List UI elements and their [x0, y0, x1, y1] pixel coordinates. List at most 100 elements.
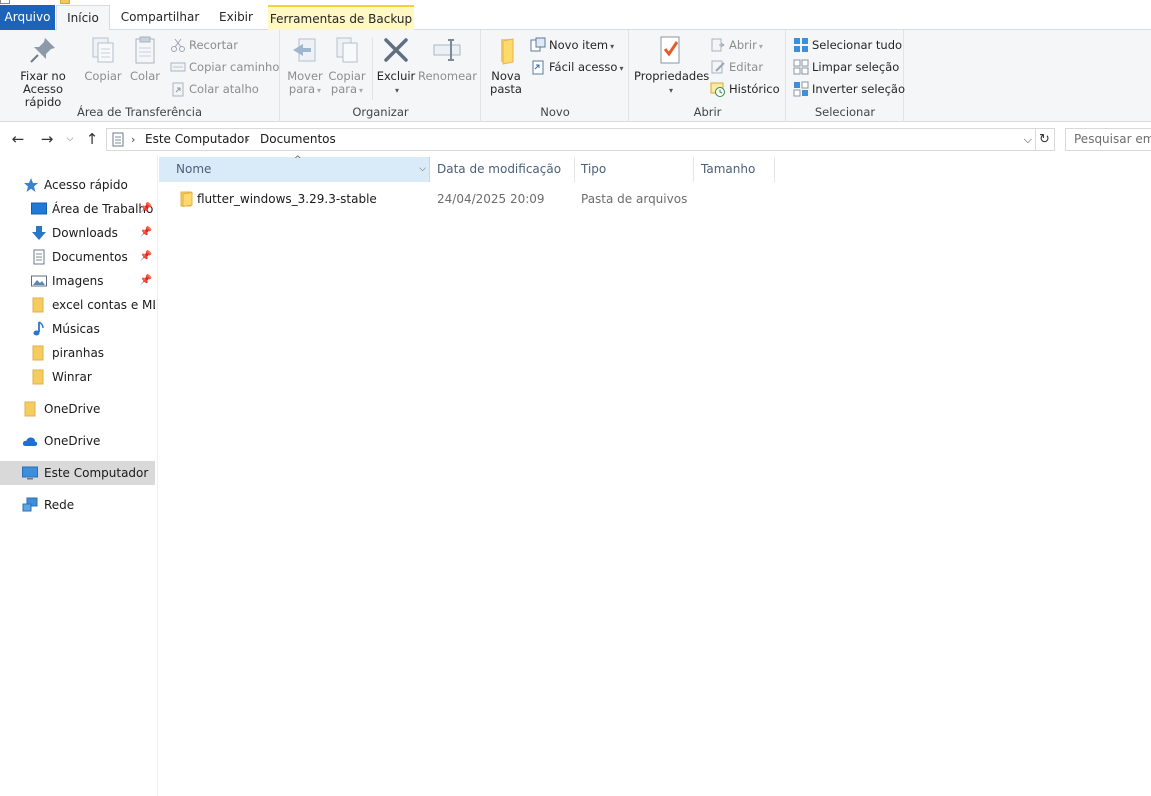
tab-share[interactable]: Compartilhar — [116, 5, 204, 30]
column-header-name[interactable]: ^ Nome ⌵ — [159, 155, 430, 182]
breadcrumb-chevron-icon[interactable]: › — [245, 129, 249, 150]
paste-shortcut-button[interactable]: Colar atalho — [170, 79, 259, 99]
history-button[interactable]: Histórico — [710, 79, 780, 99]
select-group-label: Selecionar — [814, 105, 876, 119]
nav-network[interactable]: Rede — [0, 493, 155, 517]
move-to-icon — [293, 38, 316, 62]
new-folder-button[interactable]: Nova pasta — [486, 34, 526, 96]
new-item-button[interactable]: Novo item ▾ — [530, 35, 614, 55]
new-group-label: Novo — [540, 105, 570, 119]
edit-button[interactable]: Editar — [710, 57, 763, 77]
file-name[interactable]: flutter_windows_3.29.3-stable — [197, 188, 377, 210]
refresh-icon[interactable]: ↻ — [1035, 128, 1055, 151]
pin-quick-access-button[interactable]: Fixar no Acesso rápido — [4, 34, 82, 109]
select-all-icon — [794, 37, 808, 52]
new-group: Nova pasta Novo item ▾ Fácil acesso ▾ Novo — [482, 30, 629, 122]
invert-selection-icon — [793, 81, 809, 96]
clipboard-icon — [135, 36, 155, 64]
new-folder-icon — [501, 38, 514, 65]
open-group-label: Abrir — [693, 105, 722, 119]
copy-path-icon — [170, 62, 186, 71]
folder-icon — [24, 401, 36, 417]
delete-x-icon — [384, 38, 408, 62]
nav-item-documents[interactable]: Documentos 📌 — [0, 245, 155, 269]
sort-ascending-icon: ^ — [294, 155, 302, 165]
open-button[interactable]: Abrir ▾ — [710, 35, 763, 55]
select-group: Selecionar tudo Limpar seleção Inverter … — [787, 30, 905, 122]
ribbon-tabs: Arquivo Início Compartilhar Exibir Ferra… — [0, 5, 1151, 31]
column-filter-chevron-icon[interactable]: ⌵ — [419, 157, 426, 182]
tab-view[interactable]: Exibir — [212, 5, 260, 30]
nav-item-desktop[interactable]: Área de Trabalho 📌 — [0, 197, 155, 221]
nav-item-pictures[interactable]: Imagens 📌 — [0, 269, 155, 293]
search-input[interactable]: Pesquisar em Documentos — [1065, 128, 1151, 151]
nav-quick-access[interactable]: Acesso rápido — [0, 173, 155, 197]
breadcrumb-documents[interactable]: Documentos — [260, 129, 336, 150]
nav-this-pc[interactable]: Este Computador — [0, 461, 155, 485]
forward-arrow-icon[interactable]: → — [37, 129, 57, 149]
pin-icon: 📌 — [139, 275, 152, 286]
organize-group-label: Organizar — [352, 105, 409, 119]
rename-icon — [433, 39, 461, 61]
scissors-icon — [171, 38, 185, 52]
pin-icon: 📌 — [139, 203, 152, 214]
move-to-button[interactable]: Mover para ▾ — [285, 34, 325, 97]
address-bar[interactable]: › Este Computador › Documentos ⌵ — [106, 128, 1036, 151]
star-icon — [24, 178, 38, 192]
nav-item-music[interactable]: Músicas — [0, 317, 155, 341]
select-none-button[interactable]: Limpar seleção — [793, 57, 899, 77]
delete-button[interactable]: Excluir ▾ — [376, 34, 416, 97]
file-row[interactable]: flutter_windows_3.29.3-stable 24/04/2025… — [159, 188, 779, 210]
pin-icon: 📌 — [139, 251, 152, 262]
tab-home[interactable]: Início — [56, 5, 110, 31]
invert-selection-button[interactable]: Inverter seleção — [793, 79, 905, 99]
column-header-modified[interactable]: Data de modificação — [430, 157, 575, 182]
select-all-button[interactable]: Selecionar tudo — [793, 35, 902, 55]
nav-onedrive[interactable]: OneDrive — [0, 429, 155, 453]
paste-button[interactable]: Colar — [126, 34, 164, 83]
address-dropdown-icon[interactable]: ⌵ — [1024, 129, 1032, 150]
computer-icon — [22, 466, 38, 480]
music-icon — [33, 321, 44, 336]
documents-location-icon — [112, 132, 124, 147]
folder-icon — [60, 0, 70, 4]
properties-icon — [660, 36, 680, 64]
nav-item-excel-contas[interactable]: excel contas e ML a — [0, 293, 155, 317]
paste-shortcut-icon — [172, 82, 184, 96]
select-none-icon — [793, 59, 809, 74]
tab-file[interactable]: Arquivo — [0, 5, 55, 30]
column-header-type[interactable]: Tipo — [575, 157, 694, 182]
window-icon — [0, 0, 10, 4]
document-icon — [33, 249, 45, 265]
up-arrow-icon[interactable]: ↑ — [82, 129, 102, 149]
copy-icon — [92, 37, 114, 63]
rename-button[interactable]: Renomear — [418, 34, 477, 83]
file-list: ^ Nome ⌵ Data de modificação Tipo Tamanh… — [159, 155, 1151, 796]
folder-icon — [180, 191, 193, 207]
clipboard-group: Fixar no Acesso rápido Copiar Colar Reco… — [0, 30, 280, 122]
edit-icon — [711, 60, 725, 73]
nav-item-winrar[interactable]: Winrar — [0, 365, 155, 389]
breadcrumb-chevron-icon[interactable]: › — [131, 129, 135, 150]
ribbon: Fixar no Acesso rápido Copiar Colar Reco… — [0, 30, 1151, 122]
nav-item-downloads[interactable]: Downloads 📌 — [0, 221, 155, 245]
pin-icon: 📌 — [139, 227, 152, 238]
download-icon — [32, 226, 46, 240]
folder-icon — [32, 345, 44, 361]
pictures-icon — [31, 275, 47, 287]
tab-backup-tools[interactable]: Ferramentas de Backup — [268, 5, 414, 30]
properties-button[interactable]: Propriedades ▾ — [634, 34, 709, 97]
breadcrumb-this-pc[interactable]: Este Computador — [145, 129, 249, 150]
column-header-size[interactable]: Tamanho — [694, 157, 775, 182]
cut-button[interactable]: Recortar — [170, 35, 238, 55]
copy-to-icon — [336, 37, 358, 63]
recent-locations-chevron-icon[interactable]: ⌵ — [61, 129, 79, 149]
back-arrow-icon[interactable]: ← — [8, 129, 28, 149]
copy-path-button[interactable]: Copiar caminho — [170, 57, 279, 77]
pin-icon — [30, 38, 55, 63]
easy-access-button[interactable]: Fácil acesso ▾ — [530, 57, 623, 77]
copy-button[interactable]: Copiar — [84, 34, 122, 83]
copy-to-button[interactable]: Copiar para ▾ — [327, 34, 367, 97]
nav-item-piranhas[interactable]: piranhas — [0, 341, 155, 365]
nav-onedrive-folder[interactable]: OneDrive — [0, 397, 155, 421]
